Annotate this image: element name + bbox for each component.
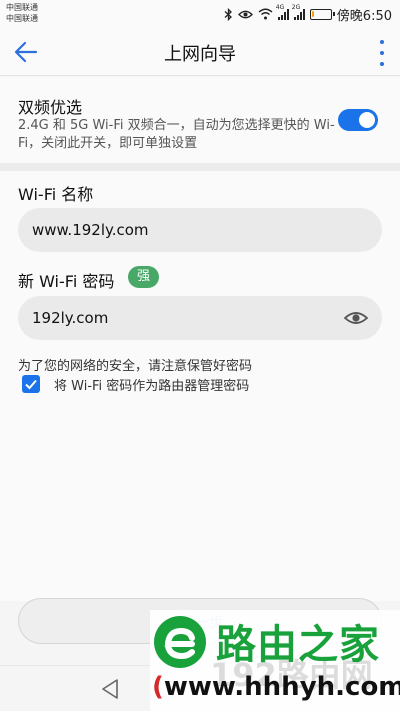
wifi-password-field[interactable] [18, 296, 382, 340]
wifi-name-input[interactable] [32, 208, 332, 252]
checkmark-icon [25, 379, 37, 390]
security-hint: 为了您的网络的安全，请注意保管好密码 [18, 359, 253, 374]
battery-icon [309, 8, 335, 20]
network-type-2: 2G [291, 4, 301, 11]
carrier-1: 中国联通 [6, 3, 38, 12]
dual-band-title: 双频优选 [18, 98, 83, 117]
eye-comfort-icon [237, 10, 253, 18]
clock: 傍晚6:50 [336, 8, 392, 24]
bluetooth-icon [224, 7, 232, 21]
url-text: www.hhhyh.com [163, 672, 400, 702]
section-divider [0, 163, 400, 171]
toggle-knob [359, 112, 375, 128]
wifi-name-field[interactable] [18, 208, 382, 252]
carrier-2: 中国联通 [6, 14, 38, 23]
admin-password-label: 将 Wi-Fi 密码作为路由器管理密码 [54, 378, 250, 394]
admin-password-checkbox[interactable] [22, 375, 40, 393]
dual-band-description: 2.4G 和 5G Wi-Fi 双频合一，自动为您选择更快的 Wi-Fi，关闭此… [18, 118, 335, 151]
status-bar: 中国联通 中国联通 4G 2G 傍晚6:50 [0, 0, 400, 28]
wifi-password-input[interactable] [32, 296, 332, 340]
wifi-settings-form: Wi-Fi 名称 新 Wi-Fi 密码 强 为了您的网络的安全，请注意保管好密码… [0, 171, 400, 601]
app-header: 上网向导 [0, 28, 400, 76]
watermark-url: (www.hhhyh.com) [152, 672, 400, 702]
url-paren-open: ( [152, 672, 164, 702]
watermark: 192路由网 路由之家 (www.hhhyh.com) [150, 610, 400, 711]
back-arrow-icon[interactable] [12, 38, 40, 66]
more-options-icon[interactable] [378, 40, 386, 66]
dual-band-toggle[interactable] [338, 109, 378, 131]
status-icons: 4G 2G 傍晚6:50 [224, 4, 392, 24]
page-title: 上网向导 [164, 44, 236, 65]
brand-logo-icon [154, 616, 206, 668]
signal-1-icon: 4G [276, 4, 289, 20]
wifi-name-label: Wi-Fi 名称 [18, 185, 94, 204]
dual-band-section: 双频优选 2.4G 和 5G Wi-Fi 双频合一，自动为您选择更快的 Wi-F… [0, 77, 400, 163]
show-password-eye-icon[interactable] [344, 308, 368, 328]
admin-password-option[interactable]: 将 Wi-Fi 密码作为路由器管理密码 [22, 374, 249, 394]
wifi-icon [258, 8, 273, 20]
password-strength-badge: 强 [128, 266, 160, 288]
signal-2-icon: 2G [292, 4, 305, 20]
watermark-brand: 路由之家 [216, 622, 380, 668]
network-type-1: 4G [275, 4, 285, 11]
nav-back-icon[interactable] [100, 678, 120, 700]
wifi-password-label: 新 Wi-Fi 密码 [18, 272, 115, 291]
